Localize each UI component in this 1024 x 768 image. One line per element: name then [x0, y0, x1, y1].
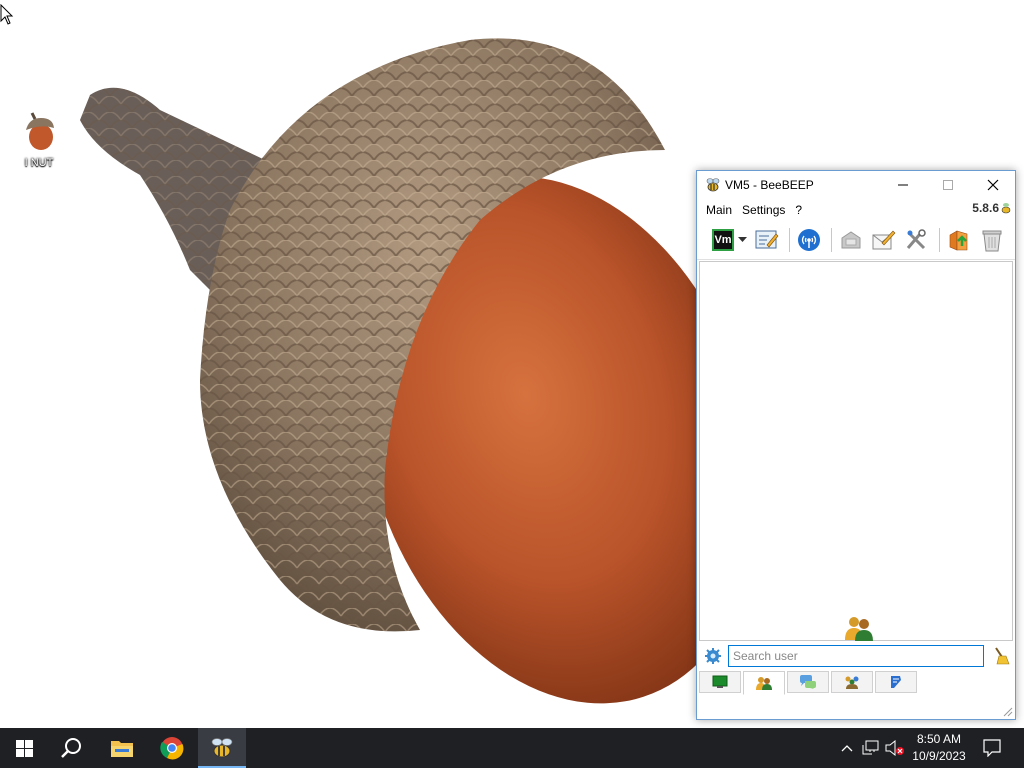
version-number: 5.8.6 [972, 201, 999, 215]
tab-chats[interactable] [787, 671, 829, 693]
edit-profile-button[interactable] [752, 225, 782, 255]
broadcast-button[interactable] [794, 225, 824, 255]
trash-button[interactable] [977, 225, 1007, 255]
notification-icon [983, 739, 1001, 757]
broom-icon[interactable] [992, 647, 1010, 665]
status-dropdown[interactable] [735, 225, 749, 255]
gear-icon[interactable] [705, 648, 721, 664]
update-button[interactable] [944, 225, 974, 255]
taskbar: 8:50 AM 10/9/2023 [0, 728, 1024, 768]
groups-icon [845, 676, 859, 689]
search-row [697, 643, 1015, 671]
acorn-icon [26, 112, 54, 150]
close-icon [987, 179, 998, 191]
share-files-icon [841, 231, 861, 249]
write-message-button[interactable] [869, 225, 899, 255]
beebeep-icon [211, 738, 233, 758]
network-tray-button[interactable] [860, 728, 882, 768]
plugins-button[interactable] [902, 225, 932, 255]
status-button[interactable]: Vm [711, 225, 735, 255]
window-title: VM5 - BeeBEEP [725, 178, 814, 192]
toolbar-separator [831, 228, 832, 252]
file-explorer-icon [111, 741, 133, 757]
chevron-up-icon [841, 745, 853, 752]
mouse-cursor-icon [0, 4, 14, 25]
volume-muted-icon [885, 740, 904, 756]
taskbar-clock[interactable]: 8:50 AM 10/9/2023 [905, 731, 973, 765]
bee-icon [706, 178, 720, 192]
toolbar-separator [789, 228, 790, 252]
users-icon [756, 677, 772, 690]
chrome-icon [160, 737, 184, 760]
resize-grip-icon[interactable] [1003, 707, 1013, 717]
bee-version-icon [1001, 203, 1011, 214]
chrome-button[interactable] [148, 728, 196, 768]
minimize-button[interactable] [880, 171, 925, 199]
update-icon [949, 230, 968, 251]
plugins-icon [906, 229, 926, 250]
tab-groups[interactable] [831, 671, 873, 693]
caret-down-icon [737, 237, 747, 242]
show-hidden-icons-button[interactable] [838, 728, 856, 768]
user-list[interactable] [699, 261, 1013, 641]
trash-icon [982, 230, 1002, 252]
write-message-icon [872, 230, 896, 250]
search-icon [61, 738, 81, 758]
desktop-icon-i-nut[interactable]: I NUT [14, 112, 64, 169]
close-button[interactable] [970, 171, 1015, 199]
network-icon [862, 740, 879, 755]
maximize-icon [942, 180, 953, 190]
search-input[interactable] [728, 645, 984, 667]
tab-history[interactable] [875, 671, 917, 693]
menu-settings[interactable]: Settings [737, 200, 790, 220]
menu-bar: Main Settings ? 5.8.6 [697, 199, 1015, 221]
tab-computer[interactable] [699, 671, 741, 693]
minimize-icon [897, 184, 908, 186]
status-label: Vm [712, 229, 734, 251]
chat-icon [800, 675, 816, 689]
volume-tray-button[interactable] [884, 728, 906, 768]
menu-main[interactable]: Main [701, 200, 737, 220]
clock-date: 10/9/2023 [912, 749, 966, 763]
maximize-button[interactable] [925, 171, 970, 199]
version-label: 5.8.6 [972, 201, 1011, 215]
toolbar-separator [939, 228, 940, 252]
share-files-button[interactable] [836, 225, 866, 255]
history-icon [891, 676, 901, 688]
title-bar[interactable]: VM5 - BeeBEEP [697, 171, 1015, 199]
desktop-icon-label: I NUT [24, 157, 54, 169]
tab-users[interactable] [743, 671, 785, 695]
menu-help[interactable]: ? [790, 200, 807, 220]
clock-time: 8:50 AM [916, 732, 962, 746]
toolbar: Vm [697, 221, 1015, 260]
start-button[interactable] [0, 728, 48, 768]
windows-start-icon [15, 739, 33, 757]
tab-bar [699, 671, 919, 695]
computer-icon [712, 675, 728, 688]
broadcast-icon [798, 229, 820, 251]
beebeep-taskbar-button[interactable] [198, 728, 246, 768]
beebeep-window: VM5 - BeeBEEP Main Settings ? 5.8.6 Vm [696, 170, 1016, 720]
users-icon [845, 617, 873, 641]
action-center-button[interactable] [978, 728, 1006, 768]
edit-profile-icon [755, 230, 779, 249]
taskbar-search-button[interactable] [48, 728, 96, 768]
file-explorer-button[interactable] [98, 728, 146, 768]
